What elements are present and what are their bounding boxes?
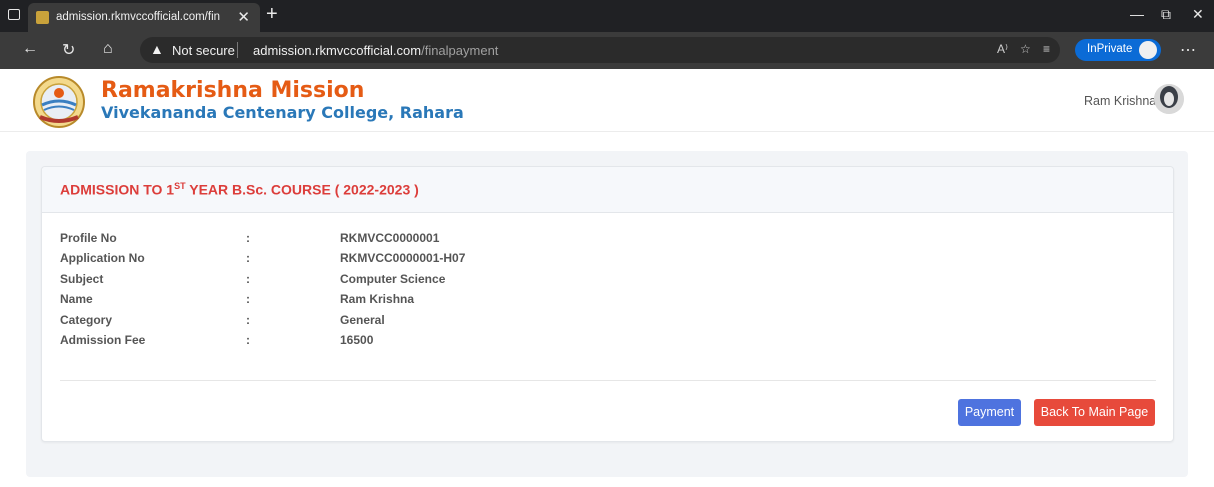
title-suffix: YEAR B.Sc. COURSE ( 2022-2023 ) [185,181,419,198]
browser-tab-bar: admission.rkmvccofficial.com/fin ✕ + — ⧉… [0,0,1214,32]
address-separator [237,42,238,58]
field-row-admission-fee: Admission Fee : 16500 [42,333,1142,349]
new-tab-icon[interactable]: + [266,4,278,24]
org-name: Ramakrishna Mission [101,78,365,103]
field-separator: : [246,313,250,327]
tab-actions-icon[interactable] [8,9,20,20]
title-superscript: ST [174,181,186,191]
tab-title: admission.rkmvccofficial.com/fin [56,11,221,23]
field-value: General [340,313,385,327]
college-logo [33,76,85,128]
inprivate-label: InPrivate [1087,43,1133,55]
inprivate-button[interactable]: InPrivate [1075,39,1161,61]
card-header: ADMISSION TO 1ST YEAR B.Sc. COURSE ( 202… [42,167,1173,213]
payment-button[interactable]: Payment [958,399,1021,426]
field-label: Category [60,313,113,327]
title-prefix: ADMISSION TO 1 [60,181,175,198]
close-window-icon[interactable]: ✕ [1192,6,1204,23]
user-avatar-icon[interactable] [1154,84,1184,114]
field-separator: : [246,231,250,245]
field-separator: : [246,251,250,265]
restore-icon[interactable]: ⧉ [1161,6,1171,23]
field-row-profile-no: Profile No : RKMVCC0000001 [42,231,1142,247]
add-favorite-icon[interactable]: ☆ [1020,42,1031,56]
home-icon[interactable]: ⌂ [103,40,113,58]
field-label: Profile No [60,231,117,245]
card-title: ADMISSION TO 1ST YEAR B.Sc. COURSE ( 202… [60,181,419,198]
field-label: Name [60,292,93,306]
warning-icon: ▲ [150,41,164,57]
close-tab-icon[interactable]: ✕ [237,8,250,26]
url-text[interactable]: admission.rkmvccofficial.com/finalpaymen… [253,43,498,58]
field-value: Ram Krishna [340,292,415,306]
field-separator: : [246,272,250,286]
profile-avatar [1139,41,1157,59]
url-host: admission.rkmvccofficial.com [253,43,422,58]
user-name[interactable]: Ram Krishna [1084,94,1156,108]
org-subtitle: Vivekananda Centenary College, Rahara [101,103,464,122]
more-options-icon[interactable]: ⋯ [1180,40,1197,60]
card-divider [60,380,1156,381]
field-label: Application No [60,251,145,265]
field-row-subject: Subject : Computer Science [42,272,1142,288]
refresh-icon[interactable]: ↻ [62,40,75,60]
read-aloud-icon[interactable]: A⁾ [997,42,1008,56]
field-row-name: Name : Ram Krishna [42,292,1142,308]
back-to-main-button[interactable]: Back To Main Page [1034,399,1155,426]
field-value: Computer Science [340,272,446,286]
address-bar[interactable]: ▲ Not secure admission.rkmvccofficial.co… [140,37,1060,63]
field-row-category: Category : General [42,313,1142,329]
field-value: RKMVCC0000001-H07 [340,251,466,265]
site-favicon-icon [36,11,49,24]
security-status[interactable]: Not secure [172,43,235,58]
field-value: 16500 [340,333,374,347]
favorites-icon[interactable]: ≡ [1043,42,1050,56]
field-label: Subject [60,272,104,286]
back-arrow-icon[interactable]: ← [22,40,38,58]
field-separator: : [246,333,250,347]
site-header: Ramakrishna Mission Vivekananda Centenar… [0,69,1214,132]
url-path: /finalpayment [421,43,499,58]
field-separator: : [246,292,250,306]
admission-card: ADMISSION TO 1ST YEAR B.Sc. COURSE ( 202… [41,166,1174,442]
minimize-icon[interactable]: — [1130,6,1144,22]
field-label: Admission Fee [60,333,146,347]
field-value: RKMVCC0000001 [340,231,440,245]
field-row-application-no: Application No : RKMVCC0000001-H07 [42,251,1142,267]
browser-toolbar: ← ↻ ⌂ ▲ Not secure admission.rkmvccoffic… [0,32,1214,69]
browser-tab[interactable]: admission.rkmvccofficial.com/fin ✕ [28,3,260,32]
